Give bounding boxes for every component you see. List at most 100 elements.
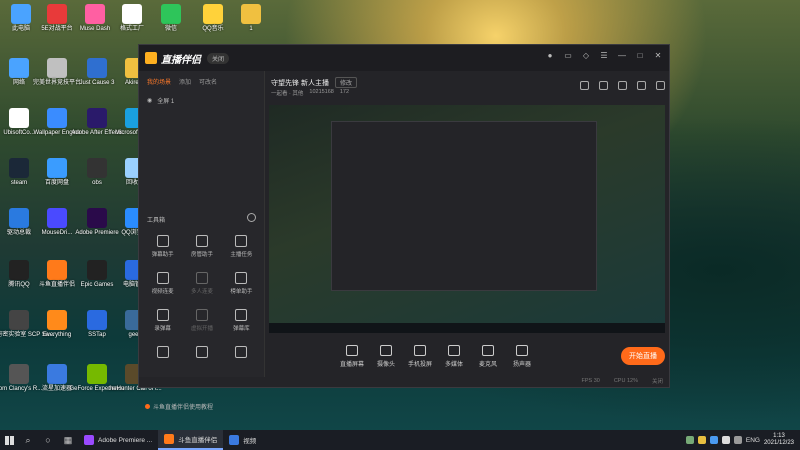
avatar-icon[interactable]: ● xyxy=(545,51,555,61)
toolbox-item[interactable] xyxy=(143,346,182,361)
toolbox-item[interactable] xyxy=(182,346,221,361)
desktop-icon[interactable]: GeForce Experience xyxy=(69,362,125,402)
desktop-icon[interactable]: Epic Games xyxy=(78,258,116,298)
toolbox-item[interactable]: 录弹幕 xyxy=(143,309,182,332)
desktop-icon-label: 网络 xyxy=(12,80,25,86)
desktop-icon-label: QQ音乐 xyxy=(202,26,224,32)
tab-rename[interactable]: 可改名 xyxy=(199,77,217,86)
stream-preview[interactable] xyxy=(269,105,665,333)
desktop-icon[interactable]: 此电脑 xyxy=(2,2,40,42)
maximize-icon[interactable]: □ xyxy=(635,51,645,61)
app-icon xyxy=(47,158,67,178)
source-control[interactable]: 多媒体 xyxy=(437,344,471,368)
desktop-icon-label: 5E对战平台 xyxy=(41,26,73,32)
app-icon xyxy=(9,108,29,128)
desktop-icon[interactable]: Tom Clancy's R... xyxy=(0,362,42,402)
desktop-icon[interactable]: Adobe Premiere xyxy=(75,206,119,246)
toolbox-item[interactable]: 弹幕库 xyxy=(222,309,261,332)
scene-item[interactable]: ◉ 全屏 1 xyxy=(139,92,264,109)
clock-date: 2021/12/23 xyxy=(763,440,794,446)
tutorial-link[interactable]: 斗鱼直播伴侣使用教程 xyxy=(145,402,213,411)
minimize-icon[interactable]: — xyxy=(617,51,627,61)
toolbox-item[interactable]: 榜单助手 xyxy=(222,272,261,295)
desktop-icon[interactable]: Adobe After Effects xyxy=(71,106,123,146)
desktop-icon[interactable]: 网络 xyxy=(0,56,38,96)
app-icon xyxy=(161,4,181,24)
toolbox-item[interactable]: 虚拟开播 xyxy=(182,309,221,332)
desktop-icon[interactable]: 百度网盘 xyxy=(38,156,76,196)
clock[interactable]: 1:13 2021/12/23 xyxy=(764,433,794,447)
close-icon[interactable]: ✕ xyxy=(653,51,663,61)
desktop-icon[interactable]: 腾讯QQ xyxy=(0,258,38,298)
settings-icon[interactable]: ☰ xyxy=(599,51,609,61)
desktop-icon[interactable]: 5E对战平台 xyxy=(38,2,76,42)
tab-my-scenes[interactable]: 我的场景 xyxy=(147,77,171,86)
toolbox-item[interactable]: 弹幕助手 xyxy=(143,235,182,258)
toolbox-item[interactable]: 主播任务 xyxy=(222,235,261,258)
desktop-icon[interactable]: obs xyxy=(78,156,116,196)
lock-icon[interactable] xyxy=(599,81,608,90)
desktop-icon[interactable]: 1 xyxy=(232,2,270,42)
taskbar-app[interactable]: 视频 xyxy=(223,430,262,450)
task-view-icon[interactable]: ○ xyxy=(38,430,58,450)
toolbox-item[interactable]: 房管助手 xyxy=(182,235,221,258)
desktop-icon[interactable]: 流星加速器 xyxy=(38,362,76,402)
desktop-icon[interactable]: 驱动总裁 xyxy=(0,206,38,246)
tab-add[interactable]: 添加 xyxy=(179,77,191,86)
app-icon xyxy=(9,364,29,384)
desktop-icon[interactable]: Wallpaper Engine xyxy=(33,106,81,146)
app-icon xyxy=(241,4,261,24)
tray-app-icon[interactable] xyxy=(697,436,706,444)
language-indicator[interactable]: ENG xyxy=(746,437,760,444)
source-control[interactable]: 麦克风 xyxy=(471,344,505,368)
desktop-icon[interactable]: UbisoftCo... xyxy=(0,106,38,146)
source-control[interactable]: 扬声器 xyxy=(505,344,539,368)
control-icon xyxy=(346,344,358,356)
desktop-icon[interactable]: 微信 xyxy=(152,2,190,42)
tray-app-icon[interactable] xyxy=(685,436,694,444)
more-icon[interactable] xyxy=(656,81,665,90)
toolbox-settings-icon[interactable] xyxy=(247,213,256,222)
desktop-icon[interactable]: steam xyxy=(0,156,38,196)
toolbox-item[interactable] xyxy=(222,346,261,361)
room-category[interactable]: 一起看 · 其他 xyxy=(271,89,303,97)
search-icon[interactable]: ⌕ xyxy=(18,430,38,450)
desktop-icon[interactable]: 完美世界竞技平台 xyxy=(33,56,81,96)
desktop-icon[interactable]: MouseDri... xyxy=(38,206,76,246)
share-icon[interactable] xyxy=(618,81,627,90)
room-id: 10215168 xyxy=(309,89,334,95)
volume-icon[interactable] xyxy=(733,436,742,444)
desktop-icon[interactable]: SCP秘密实验室 SCP Se... xyxy=(0,308,54,348)
desktop-icon[interactable]: Everything xyxy=(38,308,76,348)
tray-app-icon[interactable] xyxy=(721,436,730,444)
desktop-icon[interactable]: Muse Dash xyxy=(76,2,114,42)
gift-icon[interactable]: ◇ xyxy=(581,51,591,61)
app-logo: 直播伴侣 xyxy=(145,51,201,66)
desktop-icon[interactable]: QQ音乐 xyxy=(194,2,232,42)
toolbox-item[interactable]: 多人连麦 xyxy=(182,272,221,295)
go-live-button[interactable]: 开始直播 xyxy=(621,347,665,365)
start-button[interactable] xyxy=(0,430,18,450)
source-control[interactable]: 手机投屏 xyxy=(403,344,437,368)
screenshot-icon[interactable] xyxy=(580,81,589,90)
tray-app-icon[interactable] xyxy=(709,436,718,444)
eye-icon[interactable]: ◉ xyxy=(147,97,152,104)
source-control[interactable]: 直播屏幕 xyxy=(335,344,369,368)
desktop-icon[interactable]: SSTap xyxy=(78,308,116,348)
desktop-icon[interactable]: 格式工厂 xyxy=(113,2,151,42)
desktop-icon[interactable]: 斗鱼直播伴侣 xyxy=(38,258,76,298)
bell-icon[interactable] xyxy=(637,81,646,90)
taskbar-app[interactable]: Adobe Premiere ... xyxy=(78,430,158,450)
edit-title-button[interactable]: 修改 xyxy=(334,77,357,88)
window-controls: ● ▭ ◇ ☰ — □ ✕ xyxy=(545,51,663,61)
toolbox-item[interactable]: 视频连麦 xyxy=(143,272,182,295)
source-control[interactable]: 摄像头 xyxy=(369,344,403,368)
status-close[interactable]: 关闭 xyxy=(652,377,663,385)
message-icon[interactable]: ▭ xyxy=(563,51,573,61)
desktop-icon[interactable]: Just Cause 3 xyxy=(78,56,116,96)
app-icon xyxy=(47,208,67,228)
tip-icon xyxy=(145,404,150,409)
taskbar-app[interactable]: 斗鱼直播伴侣 xyxy=(158,430,224,450)
pill-button[interactable]: 关闭 xyxy=(207,52,230,64)
multitask-icon[interactable]: ▦ xyxy=(58,430,78,450)
